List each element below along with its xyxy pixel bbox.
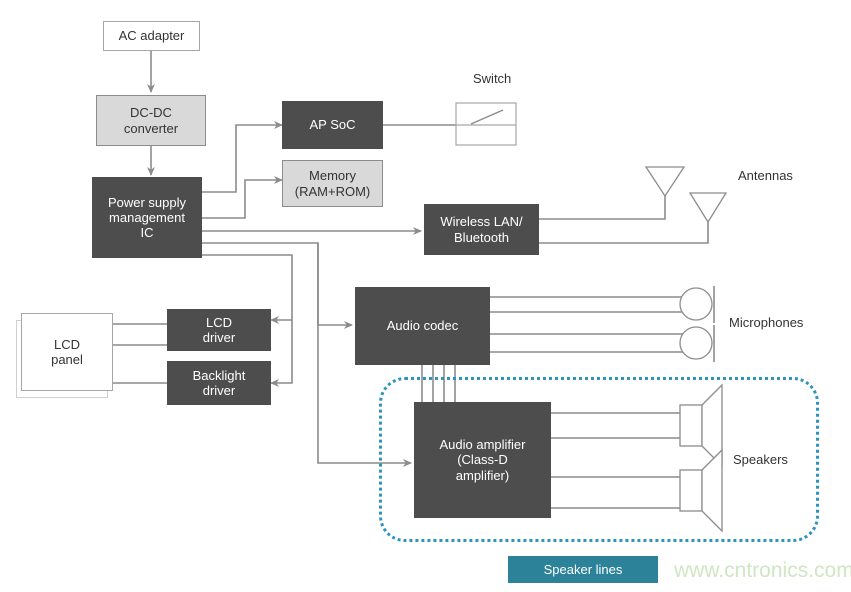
label-microphones: Microphones — [729, 315, 804, 330]
block-backlight-driver-label: Backlight driver — [192, 367, 246, 398]
block-wireless-lan-bluetooth[interactable]: Wireless LAN/ Bluetooth — [424, 204, 539, 255]
block-wireless-lan-bluetooth-label: Wireless LAN/ Bluetooth — [440, 214, 523, 245]
block-lcd-panel[interactable]: LCD panel — [21, 313, 113, 391]
block-audio-amplifier[interactable]: Audio amplifier (Class-D amplifier) — [414, 402, 551, 518]
legend-speaker-lines: Speaker lines — [508, 556, 658, 583]
block-lcd-panel-label: LCD panel — [51, 336, 83, 367]
block-memory-label: Memory (RAM+ROM) — [294, 168, 371, 199]
block-dc-dc-converter[interactable]: DC-DC converter — [96, 95, 206, 146]
block-power-supply-management-ic-label: Power supply management IC — [107, 194, 187, 241]
block-lcd-driver[interactable]: LCD driver — [167, 309, 271, 351]
block-audio-amplifier-label: Audio amplifier (Class-D amplifier) — [439, 437, 526, 483]
block-ap-soc[interactable]: AP SoC — [282, 101, 383, 149]
label-speakers: Speakers — [733, 452, 788, 467]
block-diagram-canvas: AC adapter DC-DC converter Power supply … — [0, 0, 851, 592]
label-antennas: Antennas — [738, 168, 793, 183]
block-ap-soc-label: AP SoC — [309, 117, 356, 133]
block-memory[interactable]: Memory (RAM+ROM) — [282, 160, 383, 207]
label-switch: Switch — [473, 71, 512, 86]
block-lcd-driver-label: LCD driver — [202, 314, 236, 345]
block-audio-codec[interactable]: Audio codec — [355, 287, 490, 365]
block-ac-adapter[interactable]: AC adapter — [103, 21, 200, 51]
block-audio-codec-label: Audio codec — [386, 318, 459, 334]
block-ac-adapter-label: AC adapter — [118, 28, 185, 44]
watermark-cntronics: www.cntronics.com — [674, 559, 851, 582]
block-dc-dc-converter-label: DC-DC converter — [123, 105, 179, 136]
block-power-supply-management-ic[interactable]: Power supply management IC — [92, 177, 202, 258]
legend-speaker-lines-label: Speaker lines — [543, 562, 623, 577]
block-backlight-driver[interactable]: Backlight driver — [167, 361, 271, 405]
